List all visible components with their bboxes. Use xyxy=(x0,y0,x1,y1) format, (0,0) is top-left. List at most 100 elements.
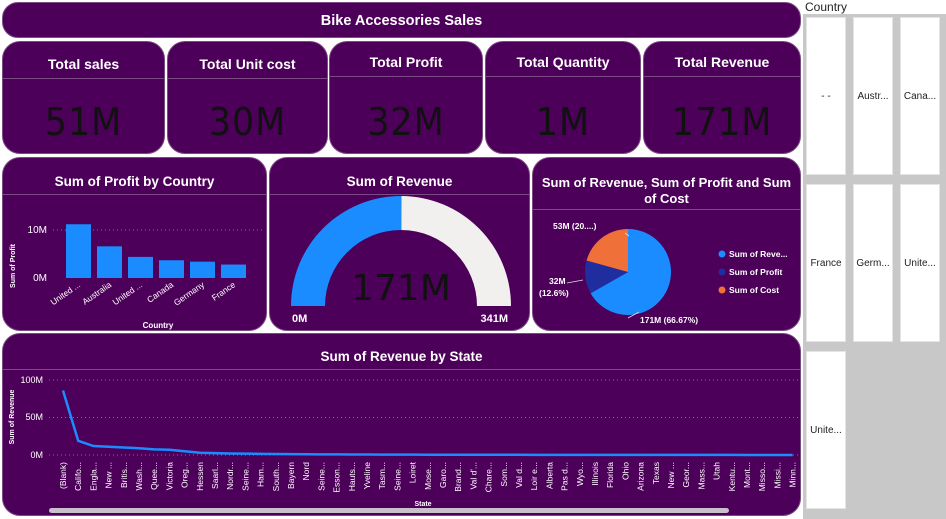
y-tick-label: 10M xyxy=(28,225,47,236)
bar[interactable] xyxy=(66,224,91,278)
x-tick-label: New ... xyxy=(104,462,114,488)
bar[interactable] xyxy=(159,260,184,278)
x-tick-label: Mass... xyxy=(696,462,706,489)
x-tick-label: Garo... xyxy=(438,462,448,488)
revenue-by-state-chart[interactable]: Sum of Revenue by State Sum of Revenue 1… xyxy=(2,333,801,516)
kpi-card-total-unit-cost[interactable]: Total Unit cost 30M xyxy=(167,41,328,154)
bar[interactable] xyxy=(221,264,246,278)
x-tick-label: Califo... xyxy=(73,462,83,491)
pie-label-cost: 53M (20....) xyxy=(553,221,597,231)
x-tick-label: Hauts... xyxy=(347,462,357,491)
x-tick-label: Victoria xyxy=(164,462,174,490)
kpi-card-total-profit[interactable]: Total Profit 32M xyxy=(329,41,483,154)
kpi-value: 51M xyxy=(44,100,123,144)
x-tick-label: France xyxy=(210,279,238,303)
y-axis-title: Sum of Revenue xyxy=(9,389,16,444)
revenue-line[interactable] xyxy=(61,390,793,457)
x-tick-label: Esson... xyxy=(332,462,342,493)
x-axis-title: Country xyxy=(143,321,174,330)
x-tick-label: Texas xyxy=(651,462,661,484)
x-tick-label: Hessen xyxy=(195,462,205,491)
horizontal-scrollbar[interactable] xyxy=(49,508,729,513)
x-tick-label: Seine... xyxy=(316,462,326,491)
x-tick-label: Ham... xyxy=(256,462,266,487)
y-tick-label: 100M xyxy=(20,375,43,385)
slicer-item[interactable]: Cana... xyxy=(900,17,940,175)
x-tick-label: Mont... xyxy=(742,462,752,488)
gauge-value: 171M xyxy=(351,268,451,309)
x-tick-label: Pas d... xyxy=(560,462,570,491)
x-tick-label: Oreg... xyxy=(180,462,190,488)
x-tick-label: Wash... xyxy=(134,462,144,491)
x-tick-label: Bayern xyxy=(286,462,296,489)
kpi-value: 1M xyxy=(535,100,591,144)
gauge-min-label: 0M xyxy=(292,313,307,325)
gauge-max-label: 341M xyxy=(480,313,508,325)
x-tick-label: Alberta xyxy=(544,462,554,489)
x-tick-label: Minn... xyxy=(788,462,798,488)
profit-bar-chart[interactable]: Sum of Profit Country 10M 0M United ... … xyxy=(3,158,267,331)
kpi-value: 171M xyxy=(671,100,773,144)
x-tick-label: Utah xyxy=(712,462,722,480)
x-tick-label: Brand... xyxy=(453,462,463,492)
kpi-title: Total Unit cost xyxy=(168,56,327,79)
x-axis-title: State xyxy=(414,501,431,508)
x-tick-label: Som... xyxy=(499,462,509,487)
kpi-card-total-quantity[interactable]: Total Quantity 1M xyxy=(485,41,641,154)
y-tick-label: 0M xyxy=(33,273,47,284)
x-tick-label: Seine... xyxy=(240,462,250,491)
kpi-card-total-revenue[interactable]: Total Revenue 171M xyxy=(643,41,801,154)
kpi-title: Total sales xyxy=(3,56,164,79)
slicer-item[interactable]: France xyxy=(806,184,846,342)
x-tick-label: Geor... xyxy=(681,462,691,488)
legend-label[interactable]: Sum of Cost xyxy=(729,285,779,295)
x-tick-label: Saarl... xyxy=(210,462,220,489)
kpi-title: Total Revenue xyxy=(644,54,800,77)
profit-by-country-chart[interactable]: Sum of Profit by Country Sum of Profit C… xyxy=(2,157,267,331)
x-tick-label: (Blank) xyxy=(58,462,68,489)
kpi-title: Total Profit xyxy=(330,54,482,77)
revenue-profit-cost-pie-card[interactable]: Sum of Revenue, Sum of Profit and Sum of… xyxy=(532,157,801,331)
revenue-gauge[interactable]: 171M 0M 341M xyxy=(270,158,530,331)
bar[interactable] xyxy=(128,256,153,278)
x-tick-label: Kentu... xyxy=(727,462,737,491)
y-tick-label: 50M xyxy=(25,412,43,422)
state-line-chart[interactable]: Sum of Revenue 100M 50M 0M (Blank) Califo… xyxy=(3,334,801,516)
bar[interactable] xyxy=(97,246,122,278)
x-tick-label: Britis... xyxy=(119,462,129,488)
pie-label-revenue: 171M (66.67%) xyxy=(640,315,698,325)
legend-marker-cost xyxy=(718,286,726,294)
dashboard-title-bar: Bike Accessories Sales xyxy=(2,2,801,38)
x-tick-label: Misso... xyxy=(757,462,767,491)
x-tick-label: Nord xyxy=(301,462,311,481)
slicer-item[interactable]: Unite... xyxy=(806,351,846,509)
slicer-item[interactable]: Austr... xyxy=(853,17,893,175)
bar[interactable] xyxy=(190,261,215,278)
x-tick-label: Illinois xyxy=(590,462,600,486)
kpi-value: 32M xyxy=(367,100,445,144)
x-tick-label: New ... xyxy=(666,462,676,488)
legend-label[interactable]: Sum of Profit xyxy=(729,267,783,277)
pie-chart[interactable]: 53M (20....) 32M (12.6%) 171M (66.67%) S… xyxy=(533,158,801,331)
slicer-item[interactable]: - - xyxy=(806,17,846,175)
x-tick-label: Nordr... xyxy=(225,462,235,490)
x-tick-label: Australia xyxy=(80,279,113,306)
x-tick-label: Val d... xyxy=(514,462,524,488)
pie-label-profit-pct: (12.6%) xyxy=(539,288,569,298)
legend-label[interactable]: Sum of Reve... xyxy=(729,249,788,259)
slicer-item[interactable]: Germ... xyxy=(853,184,893,342)
slicer-item[interactable]: Unite... xyxy=(900,184,940,342)
x-tick-label: Yveline xyxy=(362,462,372,490)
x-tick-label: Arizona xyxy=(636,462,646,491)
x-tick-label: Seine... xyxy=(392,462,402,491)
kpi-value: 30M xyxy=(208,100,287,144)
x-tick-label: Chare... xyxy=(484,462,494,492)
x-tick-label: Tasm... xyxy=(377,462,387,489)
kpi-title: Total Quantity xyxy=(486,54,640,77)
kpi-card-total-sales[interactable]: Total sales 51M xyxy=(2,41,165,154)
x-tick-label: Missi... xyxy=(772,462,782,488)
revenue-gauge-card[interactable]: Sum of Revenue 171M 0M 341M xyxy=(269,157,530,331)
legend-marker-profit xyxy=(718,268,726,276)
y-tick-label: 0M xyxy=(30,450,43,460)
x-tick-label: Engla... xyxy=(88,462,98,491)
